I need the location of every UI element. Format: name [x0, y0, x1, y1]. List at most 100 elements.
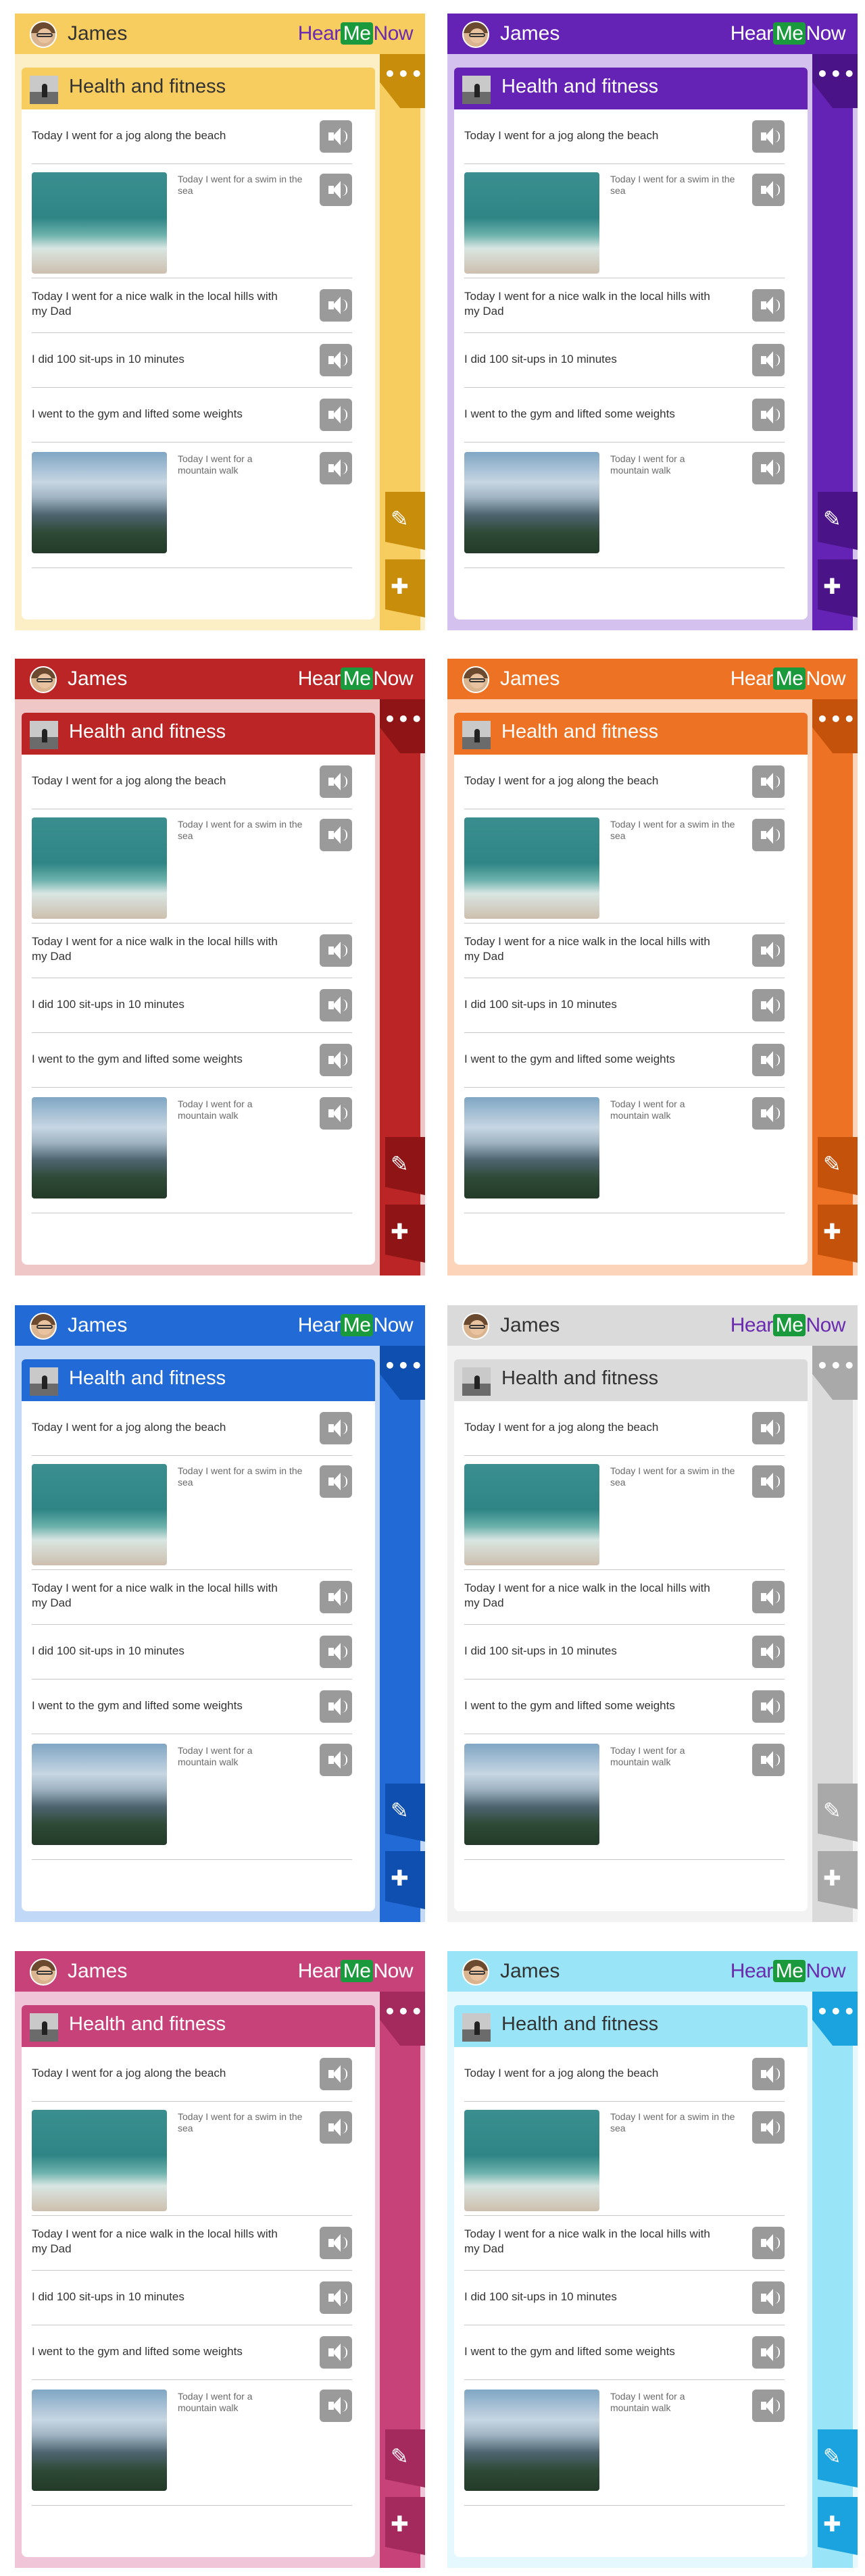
list-item[interactable]: I did 100 sit-ups in 10 minutes: [32, 978, 352, 1033]
speaker-icon[interactable]: [752, 934, 785, 967]
section-header[interactable]: Health and fitness: [454, 68, 808, 109]
add-button[interactable]: ✚: [385, 559, 425, 617]
edit-button[interactable]: ✎: [385, 2429, 425, 2487]
speaker-icon[interactable]: [752, 344, 785, 376]
list-item[interactable]: Today I went for a nice walk in the loca…: [32, 1570, 352, 1625]
edit-button[interactable]: ✎: [818, 492, 858, 550]
speaker-icon[interactable]: [752, 1690, 785, 1723]
list-item[interactable]: Today I went for a mountain walk: [32, 1088, 352, 1213]
list-item[interactable]: I did 100 sit-ups in 10 minutes: [464, 333, 785, 388]
list-item[interactable]: Today I went for a swim in the sea: [32, 1456, 352, 1570]
edit-button[interactable]: ✎: [818, 1137, 858, 1195]
avatar[interactable]: [30, 21, 57, 48]
list-item[interactable]: I did 100 sit-ups in 10 minutes: [464, 1625, 785, 1680]
speaker-icon[interactable]: [320, 1097, 352, 1130]
speaker-icon[interactable]: [752, 174, 785, 206]
list-item[interactable]: I went to the gym and lifted some weight…: [464, 1033, 785, 1088]
list-item[interactable]: Today I went for a nice walk in the loca…: [464, 924, 785, 978]
speaker-icon[interactable]: [320, 1636, 352, 1668]
speaker-icon[interactable]: [320, 2281, 352, 2314]
speaker-icon[interactable]: [320, 2336, 352, 2369]
list-item[interactable]: I did 100 sit-ups in 10 minutes: [32, 1625, 352, 1680]
speaker-icon[interactable]: [752, 2111, 785, 2144]
speaker-icon[interactable]: [752, 1044, 785, 1076]
add-button[interactable]: ✚: [385, 1851, 425, 1909]
speaker-icon[interactable]: [320, 1465, 352, 1498]
speaker-icon[interactable]: [320, 1044, 352, 1076]
section-header[interactable]: Health and fitness: [22, 2005, 375, 2047]
list-item[interactable]: Today I went for a nice walk in the loca…: [32, 924, 352, 978]
list-item[interactable]: Today I went for a jog along the beach: [464, 109, 785, 164]
avatar[interactable]: [30, 666, 57, 693]
speaker-icon[interactable]: [320, 289, 352, 322]
edit-button[interactable]: ✎: [818, 1784, 858, 1842]
list-item[interactable]: I did 100 sit-ups in 10 minutes: [464, 978, 785, 1033]
speaker-icon[interactable]: [752, 2281, 785, 2314]
speaker-icon[interactable]: [320, 2390, 352, 2422]
speaker-icon[interactable]: [752, 1465, 785, 1498]
speaker-icon[interactable]: [320, 1581, 352, 1613]
list-item[interactable]: I did 100 sit-ups in 10 minutes: [32, 2271, 352, 2325]
speaker-icon[interactable]: [320, 1412, 352, 1444]
section-header[interactable]: Health and fitness: [454, 1359, 808, 1401]
section-header[interactable]: Health and fitness: [22, 68, 375, 109]
speaker-icon[interactable]: [320, 399, 352, 431]
speaker-icon[interactable]: [752, 452, 785, 484]
list-item[interactable]: I went to the gym and lifted some weight…: [32, 388, 352, 443]
speaker-icon[interactable]: [752, 2336, 785, 2369]
list-item[interactable]: Today I went for a nice walk in the loca…: [464, 278, 785, 333]
list-item[interactable]: Today I went for a swim in the sea: [464, 1456, 785, 1570]
list-item[interactable]: Today I went for a jog along the beach: [464, 755, 785, 809]
edit-button[interactable]: ✎: [385, 1137, 425, 1195]
avatar[interactable]: [30, 1959, 57, 1986]
list-item[interactable]: I went to the gym and lifted some weight…: [464, 388, 785, 443]
add-button[interactable]: ✚: [818, 559, 858, 617]
speaker-icon[interactable]: [320, 1690, 352, 1723]
speaker-icon[interactable]: [752, 120, 785, 153]
speaker-icon[interactable]: [752, 1097, 785, 1130]
add-button[interactable]: ✚: [818, 2497, 858, 2555]
list-item[interactable]: Today I went for a nice walk in the loca…: [32, 2216, 352, 2271]
add-button[interactable]: ✚: [818, 1851, 858, 1909]
speaker-icon[interactable]: [320, 819, 352, 851]
speaker-icon[interactable]: [752, 399, 785, 431]
list-item[interactable]: I went to the gym and lifted some weight…: [32, 1680, 352, 1734]
edit-button[interactable]: ✎: [385, 492, 425, 550]
edit-button[interactable]: ✎: [385, 1784, 425, 1842]
speaker-icon[interactable]: [752, 2390, 785, 2422]
section-header[interactable]: Health and fitness: [22, 713, 375, 755]
list-item[interactable]: I went to the gym and lifted some weight…: [32, 2325, 352, 2380]
list-item[interactable]: Today I went for a jog along the beach: [32, 109, 352, 164]
list-item[interactable]: Today I went for a jog along the beach: [464, 2047, 785, 2102]
list-item[interactable]: Today I went for a jog along the beach: [464, 1401, 785, 1456]
section-header[interactable]: Health and fitness: [454, 2005, 808, 2047]
list-item[interactable]: Today I went for a jog along the beach: [32, 1401, 352, 1456]
list-item[interactable]: Today I went for a jog along the beach: [32, 2047, 352, 2102]
speaker-icon[interactable]: [320, 989, 352, 1021]
avatar[interactable]: [462, 21, 489, 48]
edit-button[interactable]: ✎: [818, 2429, 858, 2487]
list-item[interactable]: I went to the gym and lifted some weight…: [32, 1033, 352, 1088]
list-item[interactable]: Today I went for a swim in the sea: [464, 809, 785, 924]
speaker-icon[interactable]: [752, 1412, 785, 1444]
list-item[interactable]: Today I went for a swim in the sea: [32, 2102, 352, 2216]
list-item[interactable]: Today I went for a mountain walk: [32, 443, 352, 568]
speaker-icon[interactable]: [320, 120, 352, 153]
list-item[interactable]: Today I went for a mountain walk: [464, 2380, 785, 2506]
speaker-icon[interactable]: [320, 344, 352, 376]
speaker-icon[interactable]: [752, 819, 785, 851]
speaker-icon[interactable]: [320, 2227, 352, 2259]
speaker-icon[interactable]: [320, 174, 352, 206]
list-item[interactable]: Today I went for a swim in the sea: [464, 164, 785, 278]
section-header[interactable]: Health and fitness: [22, 1359, 375, 1401]
section-header[interactable]: Health and fitness: [454, 713, 808, 755]
list-item[interactable]: Today I went for a nice walk in the loca…: [32, 278, 352, 333]
speaker-icon[interactable]: [320, 1744, 352, 1776]
list-item[interactable]: I went to the gym and lifted some weight…: [464, 2325, 785, 2380]
speaker-icon[interactable]: [752, 2058, 785, 2090]
speaker-icon[interactable]: [752, 289, 785, 322]
speaker-icon[interactable]: [752, 1636, 785, 1668]
avatar[interactable]: [462, 666, 489, 693]
speaker-icon[interactable]: [752, 2227, 785, 2259]
speaker-icon[interactable]: [752, 989, 785, 1021]
